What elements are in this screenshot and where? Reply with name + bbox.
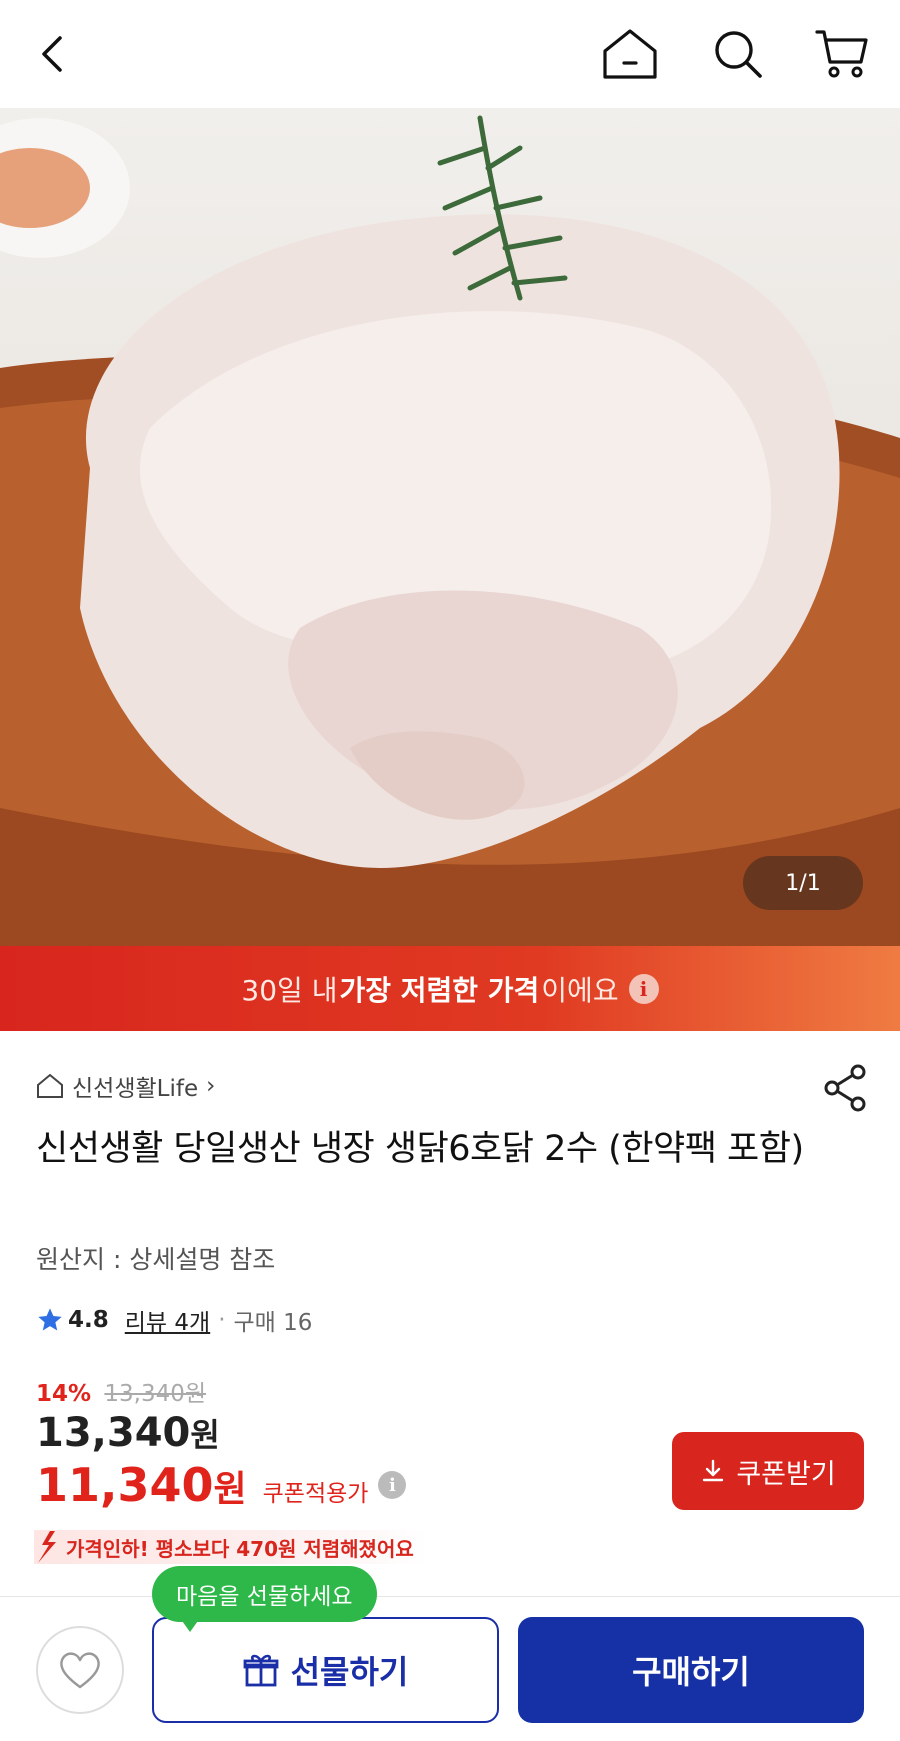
gift-tooltip: 마음을 선물하세요 (152, 1566, 377, 1622)
star-icon (38, 1308, 62, 1331)
home-icon[interactable] (598, 22, 662, 86)
lowest-price-banner[interactable]: 30일 내 가장 저렴한 가격 이에요 i (0, 946, 900, 1031)
product-origin: 원산지 : 상세설명 참조 (36, 1245, 276, 1274)
gift-icon (243, 1654, 279, 1687)
gift-tooltip-tail (180, 1618, 200, 1632)
discount-row: 14% 13,340원 (36, 1374, 206, 1408)
banner-prefix: 30일 내 (241, 973, 338, 1007)
banner-highlight: 가장 저렴한 가격 (339, 973, 540, 1007)
original-price: 13,340원 (104, 1381, 207, 1407)
search-icon[interactable] (706, 22, 770, 86)
top-navigation-bar (0, 0, 900, 108)
gift-button[interactable]: 선물하기 (152, 1617, 499, 1723)
gift-button-label: 선물하기 (290, 1653, 409, 1691)
heart-icon (60, 1652, 100, 1689)
sale-price-number: 13,340 (36, 1410, 191, 1456)
seller-name: 신선생활Life (72, 1076, 199, 1102)
share-icon[interactable] (820, 1062, 872, 1114)
coupon-price-number: 11,340 (36, 1458, 214, 1512)
store-home-icon (37, 1073, 63, 1098)
seller-link[interactable]: 신선생활Life › (36, 1066, 215, 1106)
info-icon[interactable]: i (628, 973, 659, 1004)
coupon-price-unit: 원 (213, 1469, 247, 1510)
chevron-right-icon: › (206, 1073, 216, 1099)
get-coupon-button[interactable]: 쿠폰받기 (672, 1432, 864, 1510)
purchase-count: 구매 16 (233, 1310, 313, 1336)
bottom-action-bar: 선물하기 구매하기 (0, 1596, 900, 1741)
wishlist-button[interactable] (36, 1626, 124, 1714)
rating-score: 4.8 (68, 1307, 109, 1333)
get-coupon-label: 쿠폰받기 (736, 1458, 836, 1490)
back-arrow-icon[interactable] (22, 22, 86, 86)
coupon-price-row: 11,340원 쿠폰적용가 i (36, 1458, 407, 1512)
sale-price-unit: 원 (190, 1416, 220, 1454)
price-drop-text: 가격인하! 평소보다 470원 저렴해졌어요 (66, 1536, 414, 1561)
separator: · (218, 1307, 226, 1333)
price-down-arrow-icon (38, 1531, 56, 1563)
product-detail-page: 1/1 30일 내 가장 저렴한 가격 이에요 i 신선생활Life › 신선생… (0, 0, 900, 1741)
raw-chicken-photo (0, 115, 900, 946)
product-title: 신선생활 당일생산 냉장 생닭6호닭 2수 (한약팩 포함) (36, 1129, 804, 1169)
review-link[interactable]: 리뷰 4개 (125, 1303, 210, 1337)
banner-suffix: 이에요 (541, 973, 619, 1007)
image-counter: 1/1 (743, 856, 863, 910)
cart-icon[interactable] (810, 22, 874, 86)
discount-percent: 14% (36, 1381, 92, 1407)
rating-row: 4.8 리뷰 4개 · 구매 16 (36, 1300, 312, 1340)
product-image[interactable]: 1/1 (0, 108, 900, 946)
buy-button[interactable]: 구매하기 (518, 1617, 864, 1723)
coupon-info-icon[interactable]: i (378, 1471, 407, 1499)
price-drop-notice: 가격인하! 평소보다 470원 저렴해졌어요 (34, 1530, 428, 1564)
coupon-price-label: 쿠폰적용가 (262, 1481, 369, 1507)
download-icon (703, 1459, 724, 1482)
sale-price: 13,340원 (36, 1410, 220, 1456)
coupon-price: 11,340원 (36, 1458, 247, 1512)
